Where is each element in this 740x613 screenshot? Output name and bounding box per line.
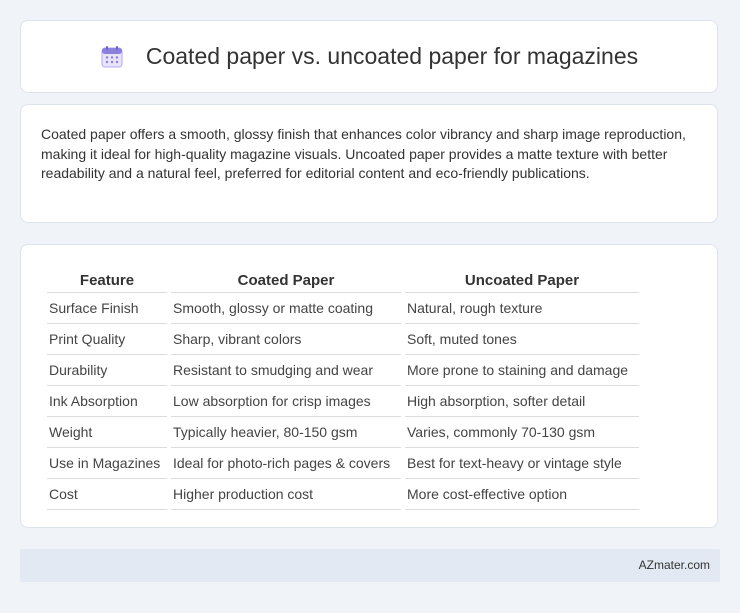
row-feature-cell: Surface Finish — [47, 293, 167, 324]
row-coated-cell: Higher production cost — [171, 479, 401, 510]
row-uncoated-cell: Natural, rough texture — [405, 293, 639, 324]
row-feature-cell: Ink Absorption — [47, 386, 167, 417]
table-row: Use in Magazines Ideal for photo-rich pa… — [47, 448, 639, 479]
footer-bar: AZmater.com — [20, 549, 720, 582]
intro-paragraph: Coated paper offers a smooth, glossy fin… — [41, 126, 686, 181]
table-header-row: Feature Coated Paper Uncoated Paper — [47, 265, 639, 293]
comparison-card: Feature Coated Paper Uncoated Paper Surf… — [20, 244, 718, 528]
footer-brand[interactable]: AZmater.com — [639, 558, 710, 572]
row-coated-cell: Typically heavier, 80-150 gsm — [171, 417, 401, 448]
table-row: Ink Absorption Low absorption for crisp … — [47, 386, 639, 417]
row-uncoated-cell: Varies, commonly 70-130 gsm — [405, 417, 639, 448]
intro-card: Coated paper offers a smooth, glossy fin… — [20, 104, 718, 223]
row-coated-cell: Smooth, glossy or matte coating — [171, 293, 401, 324]
row-coated-cell: Sharp, vibrant colors — [171, 324, 401, 355]
row-feature-cell: Cost — [47, 479, 167, 510]
page-title: Coated paper vs. uncoated paper for maga… — [145, 43, 639, 69]
comparison-table: Feature Coated Paper Uncoated Paper Surf… — [43, 265, 643, 510]
row-coated-cell: Ideal for photo-rich pages & covers — [171, 448, 401, 479]
table-row: Surface Finish Smooth, glossy or matte c… — [47, 293, 639, 324]
table-row: Cost Higher production cost More cost-ef… — [47, 479, 639, 510]
calendar-icon — [100, 45, 124, 69]
title-wrap: Coated paper vs. uncoated paper for maga… — [100, 43, 638, 70]
row-feature-cell: Durability — [47, 355, 167, 386]
header-feature: Feature — [47, 265, 167, 293]
table-row: Print Quality Sharp, vibrant colors Soft… — [47, 324, 639, 355]
row-uncoated-cell: Best for text-heavy or vintage style — [405, 448, 639, 479]
row-feature-cell: Weight — [47, 417, 167, 448]
row-coated-cell: Low absorption for crisp images — [171, 386, 401, 417]
header-uncoated-paper: Uncoated Paper — [405, 265, 639, 293]
row-feature-cell: Use in Magazines — [47, 448, 167, 479]
row-uncoated-cell: High absorption, softer detail — [405, 386, 639, 417]
title-card: Coated paper vs. uncoated paper for maga… — [20, 20, 718, 93]
row-uncoated-cell: More prone to staining and damage — [405, 355, 639, 386]
table-row: Durability Resistant to smudging and wea… — [47, 355, 639, 386]
header-coated-paper: Coated Paper — [171, 265, 401, 293]
table-row: Weight Typically heavier, 80-150 gsm Var… — [47, 417, 639, 448]
row-uncoated-cell: Soft, muted tones — [405, 324, 639, 355]
row-feature-cell: Print Quality — [47, 324, 167, 355]
row-coated-cell: Resistant to smudging and wear — [171, 355, 401, 386]
row-uncoated-cell: More cost-effective option — [405, 479, 639, 510]
